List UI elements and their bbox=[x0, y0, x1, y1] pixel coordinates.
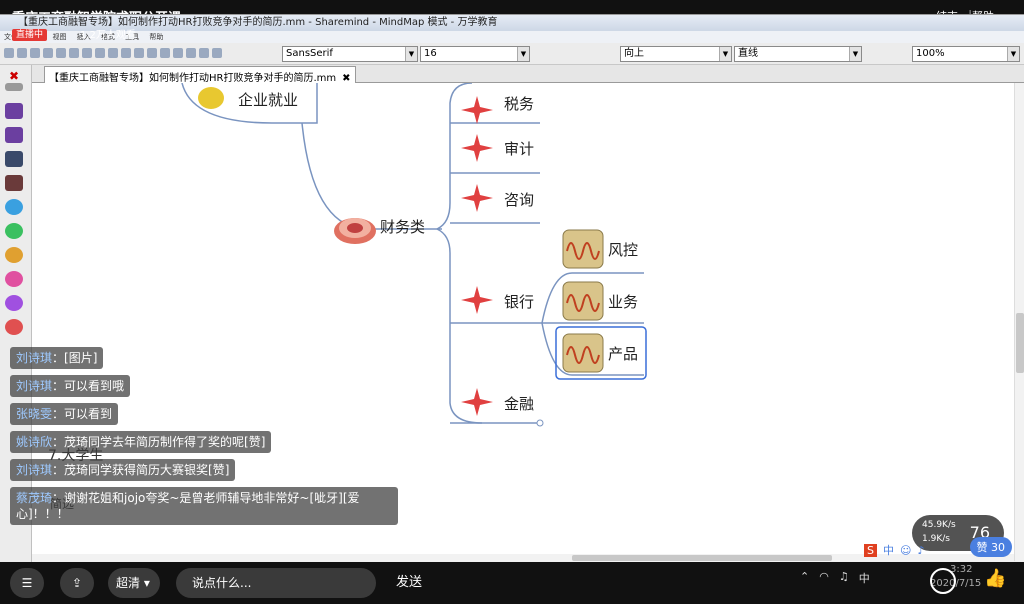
bottom-controls: ☰ ⇪ 超清 ▾ 说点什么... 发送 ⌃ ◠ ♫ 中 3:32 2020/7/… bbox=[0, 562, 1024, 604]
chat-message: 张晓雯：可以看到 bbox=[10, 403, 119, 425]
toolbar-buttons-left bbox=[4, 48, 222, 58]
copy-icon[interactable] bbox=[69, 48, 79, 58]
child-node-icon[interactable] bbox=[134, 48, 144, 58]
sibling-node-icon[interactable] bbox=[147, 48, 157, 58]
menu-help[interactable]: 帮助 bbox=[149, 33, 163, 41]
scroll-thumb[interactable] bbox=[572, 555, 832, 561]
red-star-icon bbox=[461, 134, 493, 162]
waveform-icon bbox=[562, 229, 604, 269]
waveform-icon bbox=[562, 281, 604, 321]
net-upload: 45.9K/s bbox=[922, 520, 956, 530]
chat-message: 蔡茂琦：谢谢花姐和jojo夸奖~是曾老师辅导地非常好~[呲牙][爱心]！！！ bbox=[10, 487, 398, 525]
tray-up-icon[interactable]: ⌃ bbox=[800, 570, 809, 586]
tray-ime[interactable]: 中 bbox=[859, 570, 870, 586]
save-icon[interactable] bbox=[30, 48, 40, 58]
document-tab[interactable]: 【重庆工商融智专场】如何制作打动HR打败竞争对手的简历.mm ✖ bbox=[44, 66, 356, 84]
mic-icon[interactable]: ♪ bbox=[917, 544, 924, 557]
chevron-down-icon: ▼ bbox=[849, 47, 861, 61]
play-icon[interactable] bbox=[5, 127, 23, 143]
node-financial[interactable]: 金融 bbox=[504, 393, 534, 414]
chevron-down-icon: ▼ bbox=[405, 47, 417, 61]
align-select[interactable]: 向上 ▼ bbox=[620, 46, 732, 62]
system-tray: ⌃ ◠ ♫ 中 bbox=[800, 570, 870, 586]
node-enterprise[interactable]: 企业就业 bbox=[238, 89, 298, 110]
zoom-select[interactable]: 100% ▼ bbox=[912, 46, 1020, 62]
volume-icon[interactable]: ♫ bbox=[839, 570, 849, 586]
comment-input[interactable]: 说点什么... bbox=[176, 568, 376, 598]
chat-message: 刘诗琪：茂琦同学获得简历大赛银奖[赞] bbox=[10, 459, 236, 481]
print-icon[interactable] bbox=[43, 48, 53, 58]
node-consult[interactable]: 咨询 bbox=[504, 189, 534, 210]
cut-icon[interactable] bbox=[56, 48, 66, 58]
like-count[interactable]: 赞 30 bbox=[969, 537, 1012, 557]
chevron-down-icon: ▾ bbox=[140, 576, 150, 590]
document-tabs: 【重庆工商融智专场】如何制作打动HR打败竞争对手的简历.mm ✖ bbox=[32, 65, 1024, 84]
node-product[interactable]: 产品 bbox=[608, 343, 638, 364]
redo-icon[interactable] bbox=[108, 48, 118, 58]
menu-bar: 文件 编辑 视图 插入 格式 工具 帮助 bbox=[0, 31, 1024, 43]
film-icon[interactable] bbox=[5, 151, 23, 167]
undo-icon[interactable] bbox=[95, 48, 105, 58]
node-bank[interactable]: 银行 bbox=[504, 291, 534, 312]
toolbar: SansSerif ▼ 16 ▼ 向上 ▼ 直线 ▼ 100% ▼ bbox=[0, 43, 1024, 65]
waveform-icon bbox=[562, 333, 604, 373]
share-link-icon[interactable] bbox=[930, 568, 956, 594]
font-size-select[interactable]: 16 ▼ bbox=[420, 46, 530, 62]
window-title: 【重庆工商融智专场】如何制作打动HR打败竞争对手的简历.mm - Sharemi… bbox=[0, 15, 1024, 31]
new-file-icon[interactable] bbox=[4, 48, 14, 58]
red-star-icon bbox=[461, 96, 493, 124]
node-icon[interactable] bbox=[121, 48, 131, 58]
chevron-down-icon: ▼ bbox=[719, 47, 731, 61]
font-grow-icon[interactable] bbox=[173, 48, 183, 58]
net-download: 1.9K/s bbox=[922, 534, 950, 544]
vertical-scrollbar[interactable] bbox=[1014, 83, 1024, 561]
font-shrink-icon[interactable] bbox=[186, 48, 196, 58]
scroll-thumb[interactable] bbox=[1016, 313, 1024, 373]
wifi-icon[interactable]: ◠ bbox=[819, 570, 829, 586]
open-file-icon[interactable] bbox=[17, 48, 27, 58]
gem-red-icon[interactable] bbox=[5, 319, 23, 335]
send-button[interactable]: 发送 bbox=[396, 568, 422, 598]
quality-select[interactable]: 超清 ▾ bbox=[108, 568, 160, 598]
red-star-icon bbox=[461, 184, 493, 212]
emoji-icon[interactable]: ☺ bbox=[900, 544, 911, 557]
gem-pink-icon[interactable] bbox=[5, 271, 23, 287]
node-tax[interactable]: 税务 bbox=[504, 93, 534, 114]
viewer-count: 1.2万人观看 bbox=[80, 30, 136, 41]
chevron-down-icon: ▼ bbox=[1007, 47, 1019, 61]
gem-orange-icon[interactable] bbox=[5, 247, 23, 263]
node-risk-control[interactable]: 风控 bbox=[608, 239, 638, 260]
red-star-icon bbox=[461, 286, 493, 314]
chat-message: 刘诗琪：可以看到哦 bbox=[10, 375, 131, 397]
bold-icon[interactable] bbox=[212, 48, 222, 58]
chevron-down-icon: ▼ bbox=[517, 47, 529, 61]
sogou-icon: S bbox=[864, 543, 877, 557]
link-icon[interactable] bbox=[160, 48, 170, 58]
red-star-icon bbox=[461, 388, 493, 416]
ime-toolbar[interactable]: S 中 ☺ ♪ bbox=[864, 540, 924, 560]
coin-icon bbox=[334, 218, 376, 244]
trash-icon[interactable] bbox=[5, 83, 23, 91]
chat-message: 刘诗琪：[图片] bbox=[10, 347, 104, 369]
font-family-select[interactable]: SansSerif ▼ bbox=[282, 46, 418, 62]
ime-language[interactable]: 中 bbox=[883, 542, 894, 558]
node-business[interactable]: 业务 bbox=[608, 291, 638, 312]
gem-green-icon[interactable] bbox=[5, 223, 23, 239]
film-strip-icon[interactable] bbox=[5, 175, 23, 191]
node-finance-category[interactable]: 财务类 bbox=[380, 216, 425, 237]
star-icon bbox=[198, 87, 224, 109]
chat-message: 姚诗欣：茂琦同学去年简历制作得了奖的呢[赞] bbox=[10, 431, 272, 453]
gem-purple-icon[interactable] bbox=[5, 295, 23, 311]
list-icon[interactable]: ☰ bbox=[10, 568, 44, 598]
thumbs-up-icon[interactable]: 👍 bbox=[984, 568, 1010, 594]
paste-icon[interactable] bbox=[82, 48, 92, 58]
line-style-select[interactable]: 直线 ▼ bbox=[734, 46, 862, 62]
video-icon[interactable] bbox=[5, 103, 23, 119]
menu-view[interactable]: 视图 bbox=[52, 33, 66, 41]
node-audit[interactable]: 审计 bbox=[504, 138, 534, 159]
share-icon[interactable]: ⇪ bbox=[60, 568, 94, 598]
gem-blue-icon[interactable] bbox=[5, 199, 23, 215]
live-badge: 直播中 bbox=[12, 29, 48, 41]
italic-icon[interactable] bbox=[199, 48, 209, 58]
